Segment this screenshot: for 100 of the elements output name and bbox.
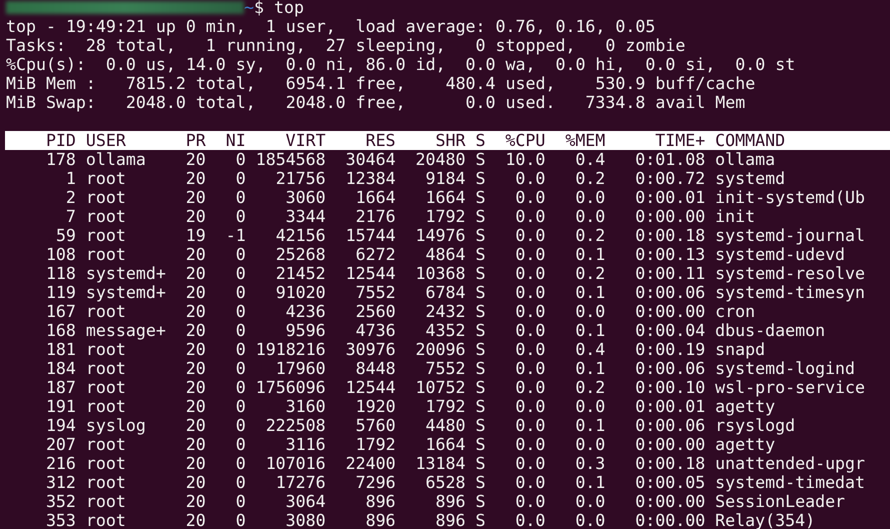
table-cell-text: 0.0 xyxy=(514,492,546,511)
table-cell: 1756096 xyxy=(256,378,326,397)
column-header: RES xyxy=(364,131,396,150)
column-header: NI xyxy=(224,131,246,150)
table-cell-text: 119 xyxy=(44,283,76,302)
table-cell-text: 0 xyxy=(234,302,246,321)
table-cell-text: 14976 xyxy=(414,226,466,245)
table-cell-text: 107016 xyxy=(264,454,326,473)
table-cell-text: root xyxy=(86,245,127,264)
summary-line: MiB Swap: 2048.0 total, 2048.0 free, 0.0 used. 7334.8 avail Mem xyxy=(6,93,746,112)
table-cell-text: 25268 xyxy=(274,245,326,264)
table-cell-text: 2 xyxy=(64,188,76,207)
table-cell-text: 0:00.18 xyxy=(634,454,706,473)
table-cell: S xyxy=(475,150,486,169)
table-cell-text: 13184 xyxy=(414,454,466,473)
table-cell-text: 0.0 xyxy=(514,321,546,340)
table-cell-text: 20096 xyxy=(414,340,466,359)
table-cell-text: 20 xyxy=(184,169,206,188)
table-cell-text: 0 xyxy=(234,340,246,359)
table-cell-text: 0.0 xyxy=(574,207,606,226)
table-cell-text: 3064 xyxy=(284,492,326,511)
table-cell-text: 0:01.08 xyxy=(634,150,706,169)
table-cell-text: 1664 xyxy=(424,188,466,207)
table-cell: S xyxy=(475,378,486,397)
table-cell-text: 0.0 xyxy=(574,397,606,416)
table-cell-text: root xyxy=(86,340,127,359)
table-cell-text: 0.0 xyxy=(514,454,546,473)
table-cell-text: 3116 xyxy=(284,435,326,454)
table-cell-text: 222508 xyxy=(264,416,326,435)
table-cell-text: 0:00.19 xyxy=(634,340,706,359)
table-cell: S xyxy=(475,226,486,245)
table-cell-text: root xyxy=(86,302,127,321)
table-cell-text: 3344 xyxy=(284,207,326,226)
table-cell-text: 0.4 xyxy=(574,340,606,359)
table-cell-text: 216 xyxy=(44,454,76,473)
table-cell-text: 0:00.05 xyxy=(634,473,706,492)
table-cell-text: 0.1 xyxy=(574,359,606,378)
table-cell-text: 19 xyxy=(184,226,206,245)
table-cell-text: root xyxy=(86,359,127,378)
table-cell-text: 0:00.01 xyxy=(634,397,706,416)
table-cell-text: 0.2 xyxy=(574,264,606,283)
table-cell: S xyxy=(475,397,486,416)
table-cell-text: 0:00.00 xyxy=(634,302,706,321)
table-cell-text: 1664 xyxy=(424,435,466,454)
table-cell-text: 1792 xyxy=(424,397,466,416)
table-cell-text: 20 xyxy=(184,454,206,473)
table-cell-text: root xyxy=(86,378,127,397)
table-cell-text: 59 xyxy=(54,226,76,245)
table-cell-text: 0 xyxy=(234,454,246,473)
table-cell-text: 20 xyxy=(184,397,206,416)
table-cell: S xyxy=(475,245,486,264)
table-cell-text: 0:00.13 xyxy=(634,245,706,264)
table-cell-text: 108 xyxy=(44,245,76,264)
summary-line: MiB Mem : 7815.2 total, 6954.1 free, 480.4 used, 530.9 buff/cache xyxy=(6,74,756,93)
table-cell-text: 7 xyxy=(64,207,76,226)
table-cell-text: 21756 xyxy=(274,169,326,188)
table-cell-text: 0.0 xyxy=(514,226,546,245)
table-cell-text: 0.0 xyxy=(514,283,546,302)
table-cell: S xyxy=(475,283,486,302)
table-cell-text: 0:00.06 xyxy=(634,359,706,378)
table-cell: S xyxy=(475,454,486,473)
table-cell-text: 0 xyxy=(234,435,246,454)
table-cell-text: 3160 xyxy=(284,397,326,416)
table-cell-text: init-systemd(Ub xyxy=(715,188,866,207)
table-cell-text: 0.0 xyxy=(514,435,546,454)
table-cell-text: 5760 xyxy=(354,416,396,435)
table-cell-text: 10.0 xyxy=(504,150,546,169)
table-cell-text: 167 xyxy=(44,302,76,321)
table-cell: S xyxy=(475,359,486,378)
table-cell-text: 0 xyxy=(234,188,246,207)
table-cell-text: 20 xyxy=(184,245,206,264)
table-cell-text: 1664 xyxy=(354,188,396,207)
table-cell-text: 21452 xyxy=(274,264,326,283)
table-cell-text: 0:00.00 xyxy=(634,511,706,529)
table-cell-text: root xyxy=(86,188,127,207)
table-cell: S xyxy=(475,264,486,283)
table-cell-text: 12544 xyxy=(344,264,396,283)
table-cell-text: init xyxy=(715,207,756,226)
table-cell-text: 20 xyxy=(184,264,206,283)
table-cell-text: 1792 xyxy=(354,435,396,454)
table-cell-text: 0 xyxy=(234,397,246,416)
table-cell-text: 118 xyxy=(44,264,76,283)
table-cell-text: 896 xyxy=(364,511,396,529)
table-cell-text: 0:00.01 xyxy=(634,188,706,207)
table-cell-text: 0.0 xyxy=(574,302,606,321)
table-cell-text: 194 xyxy=(44,416,76,435)
table-cell-text: 20 xyxy=(184,473,206,492)
table-cell-text: 0.0 xyxy=(514,359,546,378)
table-cell-text: 168 xyxy=(44,321,76,340)
table-cell-text: SessionLeader xyxy=(715,492,846,511)
table-cell-text: 0.0 xyxy=(574,435,606,454)
table-cell: S xyxy=(475,435,486,454)
table-cell-text: 352 xyxy=(44,492,76,511)
table-cell-text: systemd-timedat xyxy=(715,473,866,492)
table-cell-text: 20 xyxy=(184,359,206,378)
table-cell-text: 1920 xyxy=(354,397,396,416)
column-header: %CPU xyxy=(504,131,546,150)
table-cell-text: 0.0 xyxy=(514,245,546,264)
prompt-path: ~ xyxy=(244,0,254,17)
table-cell-text: -1 xyxy=(224,226,246,245)
